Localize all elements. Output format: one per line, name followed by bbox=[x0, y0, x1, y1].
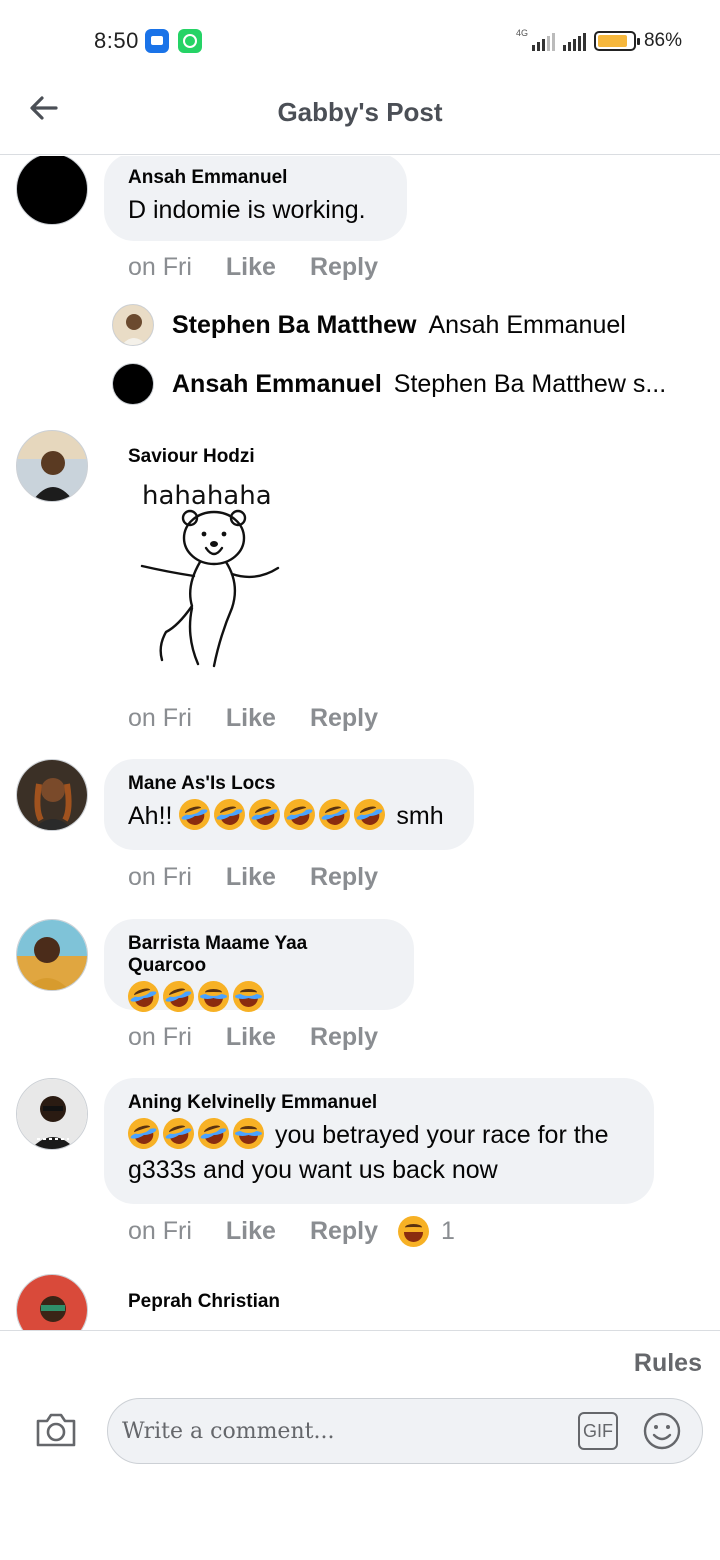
reply-text: Stephen Ba Matthew s... bbox=[393, 369, 667, 398]
sticker-text: hahahaha bbox=[142, 481, 272, 511]
comment-text: D indomie is working. bbox=[128, 196, 366, 224]
comment-composer: Rules GIF bbox=[0, 1330, 720, 1560]
emoji-picker-icon[interactable] bbox=[642, 1411, 682, 1451]
like-button[interactable]: Like bbox=[226, 863, 276, 892]
like-button[interactable]: Like bbox=[226, 704, 276, 733]
person-photo-icon bbox=[17, 1079, 87, 1149]
avatar[interactable] bbox=[16, 1274, 88, 1330]
comment-time: on Fri bbox=[128, 704, 192, 732]
comment-actions: on Fri Like Reply 1 bbox=[128, 1216, 455, 1247]
comment-text-line1: you betrayed your race for the bbox=[274, 1121, 609, 1149]
comment-input[interactable] bbox=[122, 1411, 562, 1451]
person-photo-icon bbox=[17, 431, 87, 501]
signal-icon bbox=[531, 31, 555, 51]
laughing-bear-sticker[interactable]: hahahaha bbox=[128, 476, 298, 676]
page-title: Gabby's Post bbox=[277, 97, 443, 127]
comment-text: you betrayed your race for the g333s and… bbox=[123, 1113, 630, 1188]
comment-text-prefix: Ah!! bbox=[128, 802, 173, 830]
rules-link[interactable]: Rules bbox=[634, 1349, 702, 1378]
reply-button[interactable]: Reply bbox=[310, 1217, 378, 1246]
joy-emoji-icon bbox=[233, 1118, 264, 1149]
whatsapp-icon bbox=[178, 29, 202, 53]
person-photo-icon bbox=[17, 1275, 87, 1330]
rofl-emoji-icon bbox=[315, 794, 355, 835]
comment-actions: on Fri Like Reply bbox=[128, 863, 412, 892]
joy-emoji-icon bbox=[233, 981, 264, 1012]
status-time: 8:50 bbox=[94, 28, 139, 53]
person-photo-icon bbox=[113, 305, 153, 345]
reply-preview[interactable]: Stephen Ba Matthew Ansah Emmanuel bbox=[112, 303, 626, 347]
avatar[interactable] bbox=[16, 430, 88, 502]
messages-app-icon bbox=[145, 29, 169, 53]
joy-emoji-icon bbox=[198, 981, 229, 1012]
comment-author[interactable]: Aning Kelvinelly Emmanuel bbox=[128, 1092, 630, 1114]
like-button[interactable]: Like bbox=[226, 1023, 276, 1052]
like-button[interactable]: Like bbox=[226, 1217, 276, 1246]
comment-author[interactable]: Barrista Maame Yaa Quarcoo bbox=[128, 933, 390, 977]
signal-icon-2 bbox=[562, 31, 586, 51]
avatar bbox=[112, 304, 154, 346]
comment-author[interactable]: Ansah Emmanuel bbox=[128, 167, 383, 189]
reaction-count: 1 bbox=[441, 1217, 455, 1245]
reaction-summary[interactable]: 1 bbox=[398, 1216, 455, 1247]
rofl-emoji-icon bbox=[210, 794, 250, 835]
comments-list[interactable]: Ansah Emmanuel D indomie is working. on … bbox=[0, 156, 720, 1330]
comment-text bbox=[123, 976, 390, 1017]
reply-author[interactable]: Ansah Emmanuel bbox=[172, 370, 382, 399]
comment-bubble[interactable]: Mane As'Is Locs Ah!! smh bbox=[104, 759, 474, 850]
comment-text-line2: g333s and you want us back now bbox=[128, 1156, 498, 1184]
comment-actions: on Fri Like Reply bbox=[128, 704, 412, 733]
status-bar: 8:50 4G 86% bbox=[0, 0, 720, 82]
avatar[interactable] bbox=[16, 1078, 88, 1150]
reply-author[interactable]: Stephen Ba Matthew bbox=[172, 311, 416, 340]
comment-actions: on Fri Like Reply bbox=[128, 1023, 412, 1052]
reply-button[interactable]: Reply bbox=[310, 1023, 378, 1052]
avatar[interactable] bbox=[16, 919, 88, 991]
reply-button[interactable]: Reply bbox=[310, 863, 378, 892]
comment-time: on Fri bbox=[128, 253, 192, 281]
haha-reaction-icon bbox=[398, 1216, 430, 1247]
reply-button[interactable]: Reply bbox=[310, 704, 378, 733]
comment-time: on Fri bbox=[128, 1217, 192, 1245]
comment-input-wrapper: GIF bbox=[107, 1398, 703, 1464]
rofl-emoji-icon bbox=[193, 1113, 234, 1154]
comment-bubble[interactable]: Aning Kelvinelly Emmanuel you betrayed y… bbox=[104, 1078, 654, 1204]
reply-button[interactable]: Reply bbox=[310, 253, 378, 282]
rofl-emoji-icon bbox=[158, 1113, 199, 1154]
avatar[interactable] bbox=[16, 156, 88, 225]
comment-actions: on Fri Like Reply bbox=[128, 253, 412, 282]
gif-button[interactable]: GIF bbox=[578, 1412, 618, 1450]
battery-icon bbox=[593, 31, 640, 51]
rofl-emoji-icon bbox=[280, 794, 320, 835]
avatar bbox=[112, 363, 154, 405]
comment-time: on Fri bbox=[128, 1023, 192, 1051]
comment-text-suffix: smh bbox=[396, 802, 444, 830]
reply-preview[interactable]: Ansah Emmanuel Stephen Ba Matthew s... bbox=[112, 362, 666, 406]
network-type: 4G bbox=[515, 28, 528, 38]
battery-percent: 86% bbox=[643, 30, 682, 51]
header: Gabby's Post bbox=[0, 82, 720, 155]
comment-author[interactable]: Mane As'Is Locs bbox=[128, 773, 450, 795]
reply-text: Ansah Emmanuel bbox=[428, 310, 626, 339]
rofl-emoji-icon bbox=[350, 794, 390, 835]
comment-bubble[interactable]: Ansah Emmanuel D indomie is working. bbox=[104, 156, 407, 241]
comment-author[interactable]: Saviour Hodzi bbox=[128, 446, 255, 468]
comment-text: Ah!! smh bbox=[128, 794, 450, 835]
like-button[interactable]: Like bbox=[226, 253, 276, 282]
person-photo-icon bbox=[17, 760, 87, 830]
comment-time: on Fri bbox=[128, 863, 192, 891]
rofl-emoji-icon bbox=[123, 1113, 164, 1154]
avatar[interactable] bbox=[16, 759, 88, 831]
rofl-emoji-icon bbox=[245, 794, 285, 835]
rofl-emoji-icon bbox=[123, 976, 164, 1017]
camera-icon[interactable] bbox=[34, 1409, 78, 1449]
comment-author[interactable]: Peprah Christian bbox=[128, 1291, 280, 1313]
rofl-emoji-icon bbox=[158, 976, 199, 1017]
person-photo-icon bbox=[17, 920, 87, 990]
comment-bubble[interactable]: Barrista Maame Yaa Quarcoo bbox=[104, 919, 414, 1017]
rofl-emoji-icon bbox=[175, 794, 215, 835]
